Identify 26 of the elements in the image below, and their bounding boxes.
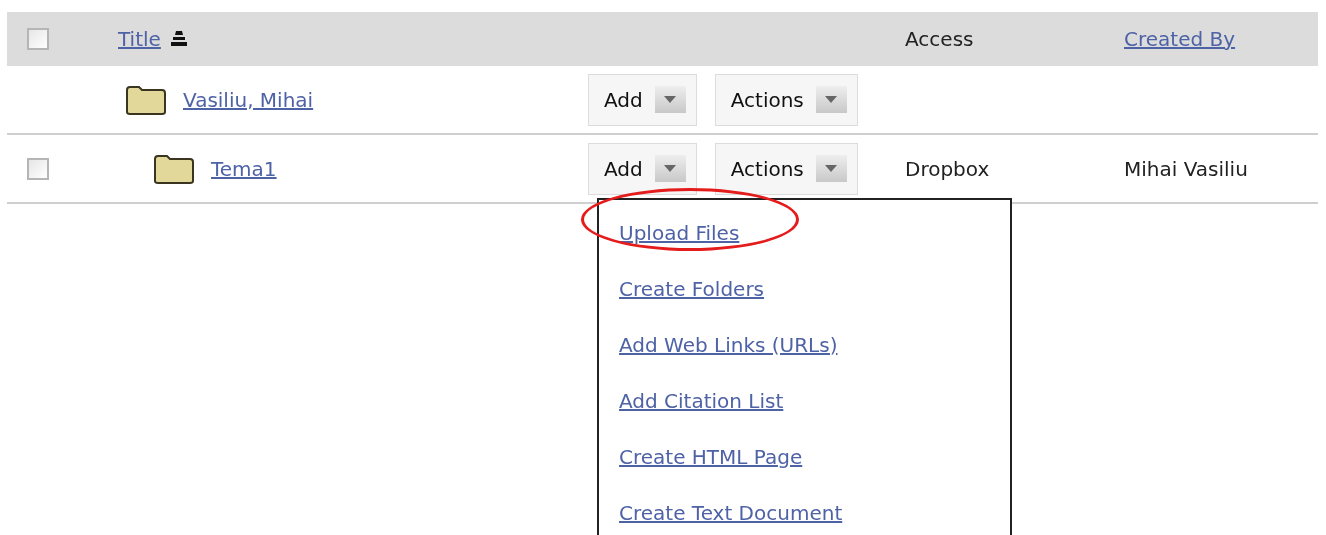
- actions-dropdown-button[interactable]: Actions: [714, 142, 858, 195]
- column-header: Access: [905, 26, 974, 53]
- folder-link[interactable]: Tema1: [211, 153, 277, 184]
- add-dropdown-button[interactable]: Add: [588, 142, 697, 195]
- add-dropdown-button[interactable]: Add: [588, 73, 697, 126]
- column-header-link[interactable]: Created By: [1124, 24, 1236, 54]
- column-header-link[interactable]: Title: [118, 24, 161, 54]
- folder-icon: [125, 83, 167, 116]
- menu-item-link[interactable]: Create Text Document: [619, 500, 843, 525]
- caret-icon[interactable]: [654, 155, 686, 182]
- checkbox[interactable]: [27, 157, 49, 180]
- folder-icon: [153, 152, 195, 185]
- sort-icon: [168, 30, 189, 48]
- caret-icon[interactable]: [654, 86, 686, 113]
- caret-icon[interactable]: [815, 155, 847, 182]
- access-text: Dropbox: [905, 156, 990, 181]
- menu-item-link[interactable]: Add Web Links (URLs): [619, 332, 838, 357]
- menu-item-link[interactable]: Add Citation List: [619, 388, 784, 413]
- folder-link[interactable]: Vasiliu, Mihai: [183, 84, 314, 115]
- caret-icon[interactable]: [815, 86, 847, 113]
- actions-dropdown-button[interactable]: Actions: [714, 73, 858, 126]
- menu-item-link[interactable]: Create HTML Page: [619, 444, 803, 469]
- menu-item-link[interactable]: Upload Files: [619, 220, 740, 245]
- checkbox[interactable]: [27, 28, 49, 50]
- creator-name: Mihai Vasiliu: [1124, 156, 1248, 181]
- menu-item-link[interactable]: Create Folders: [619, 276, 765, 301]
